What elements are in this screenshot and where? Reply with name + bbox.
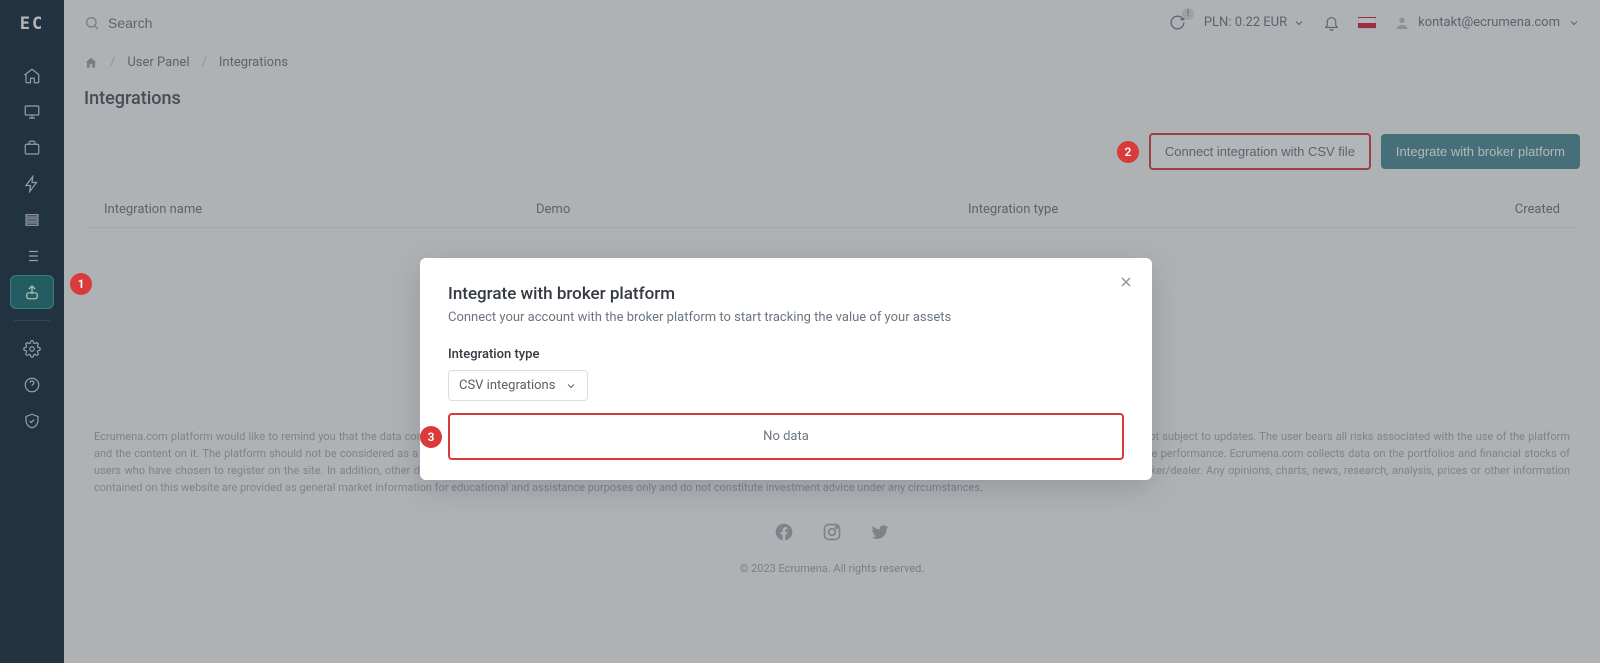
integration-type-select[interactable]: CSV integrations (448, 370, 588, 401)
callout-badge-2: 2 (1117, 141, 1139, 163)
select-value: CSV integrations (459, 378, 555, 393)
modal-title: Integrate with broker platform (448, 284, 1124, 304)
modal-subtitle: Connect your account with the broker pla… (448, 310, 1124, 325)
integration-type-label: Integration type (448, 347, 1124, 362)
callout-badge-1: 1 (70, 273, 92, 295)
close-icon (1118, 274, 1134, 290)
integrate-broker-modal: Integrate with broker platform Connect y… (420, 258, 1152, 480)
no-data-panel: 3 No data (448, 413, 1124, 460)
callout-badge-3: 3 (420, 426, 442, 448)
chevron-down-icon (565, 380, 577, 392)
no-data-text: No data (763, 429, 809, 444)
modal-close-button[interactable] (1118, 274, 1134, 290)
